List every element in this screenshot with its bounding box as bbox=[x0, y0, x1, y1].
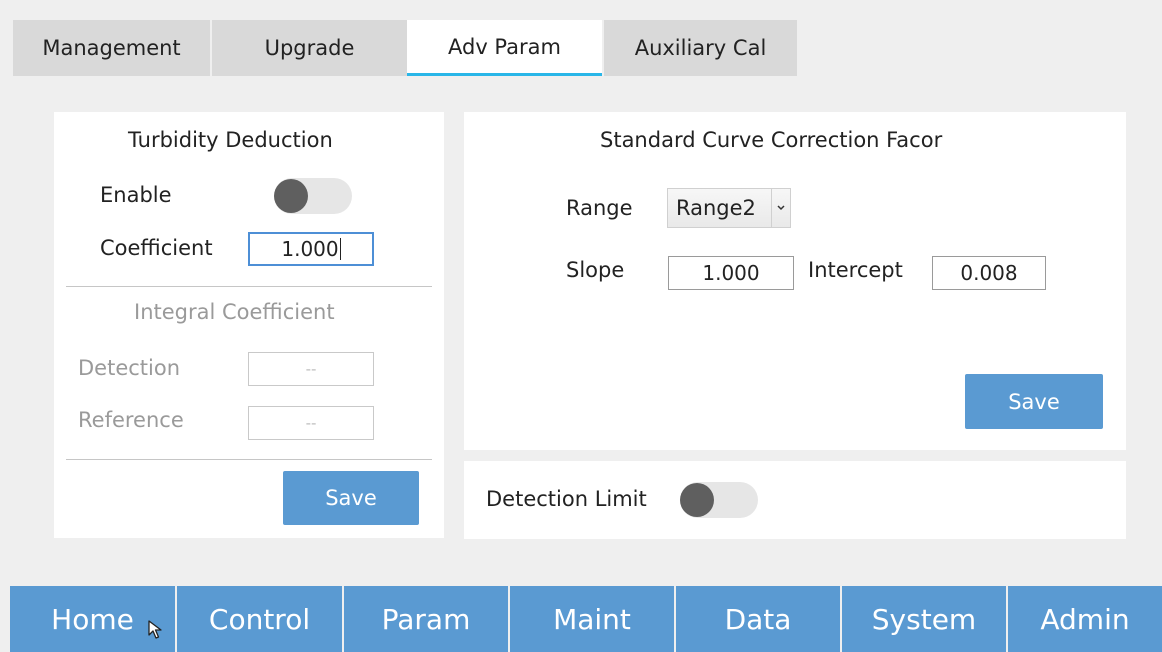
nav-system[interactable]: System bbox=[842, 586, 1008, 652]
range-label: Range bbox=[566, 196, 633, 220]
nav-data[interactable]: Data bbox=[676, 586, 842, 652]
nav-label: Data bbox=[724, 602, 792, 636]
save-label: Save bbox=[325, 486, 377, 510]
detection-limit-panel: Detection Limit bbox=[464, 461, 1126, 539]
tab-bar: Management Upgrade Adv Param Auxiliary C… bbox=[13, 20, 797, 76]
reference-input[interactable]: -- bbox=[248, 406, 374, 440]
nav-label: Maint bbox=[553, 602, 631, 636]
toggle-knob bbox=[680, 483, 714, 517]
range-select[interactable]: Range2 bbox=[667, 188, 791, 228]
coefficient-label: Coefficient bbox=[100, 236, 213, 260]
detection-limit-toggle[interactable] bbox=[680, 482, 758, 518]
intercept-input[interactable]: 0.008 bbox=[932, 256, 1046, 290]
coefficient-input[interactable]: 1.000 bbox=[248, 232, 374, 266]
tab-adv-param[interactable]: Adv Param bbox=[407, 20, 602, 76]
save-label: Save bbox=[1008, 389, 1060, 414]
intercept-label: Intercept bbox=[808, 258, 903, 282]
nav-param[interactable]: Param bbox=[344, 586, 510, 652]
nav-label: System bbox=[871, 602, 977, 636]
integral-coefficient-title: Integral Coefficient bbox=[134, 300, 335, 324]
nav-label: Param bbox=[381, 602, 471, 636]
slope-input[interactable]: 1.000 bbox=[668, 256, 794, 290]
standard-curve-panel: Standard Curve Correction Facor Range Ra… bbox=[464, 112, 1126, 450]
coefficient-value: 1.000 bbox=[281, 237, 339, 261]
curve-save-button[interactable]: Save bbox=[965, 374, 1103, 429]
reference-label: Reference bbox=[78, 408, 184, 432]
chevron-down-icon bbox=[771, 189, 790, 227]
turbidity-save-button[interactable]: Save bbox=[283, 471, 419, 525]
detection-input[interactable]: -- bbox=[248, 352, 374, 386]
range-value: Range2 bbox=[676, 196, 756, 220]
detection-value: -- bbox=[305, 360, 317, 378]
turbidity-deduction-title: Turbidity Deduction bbox=[128, 128, 333, 152]
nav-control[interactable]: Control bbox=[177, 586, 344, 652]
tab-auxiliary-cal[interactable]: Auxiliary Cal bbox=[602, 20, 797, 76]
standard-curve-title: Standard Curve Correction Facor bbox=[600, 128, 943, 152]
tab-label: Auxiliary Cal bbox=[634, 36, 767, 60]
reference-value: -- bbox=[305, 414, 317, 432]
tab-label: Management bbox=[42, 36, 181, 60]
turbidity-deduction-panel: Turbidity Deduction Enable Coefficient 1… bbox=[54, 112, 444, 538]
divider bbox=[66, 459, 432, 460]
nav-maint[interactable]: Maint bbox=[510, 586, 676, 652]
mouse-cursor-icon bbox=[148, 620, 162, 639]
detection-limit-label: Detection Limit bbox=[486, 487, 647, 511]
text-caret bbox=[339, 238, 341, 260]
nav-label: Admin bbox=[1040, 602, 1130, 636]
detection-label: Detection bbox=[78, 356, 181, 380]
nav-label: Home bbox=[51, 602, 134, 636]
nav-admin[interactable]: Admin bbox=[1008, 586, 1162, 652]
nav-home[interactable]: Home bbox=[10, 586, 177, 652]
nav-label: Control bbox=[208, 602, 311, 636]
tab-label: Adv Param bbox=[448, 34, 561, 59]
slope-value: 1.000 bbox=[702, 261, 760, 285]
slope-label: Slope bbox=[566, 258, 625, 282]
enable-toggle[interactable] bbox=[274, 178, 352, 214]
tab-management[interactable]: Management bbox=[13, 20, 210, 76]
intercept-value: 0.008 bbox=[960, 261, 1018, 285]
tab-label: Upgrade bbox=[264, 36, 355, 60]
tab-upgrade[interactable]: Upgrade bbox=[210, 20, 407, 76]
bottom-nav: Home Control Param Maint Data System Adm… bbox=[10, 586, 1162, 652]
enable-label: Enable bbox=[100, 183, 172, 207]
toggle-knob bbox=[274, 179, 308, 213]
divider bbox=[66, 286, 432, 287]
